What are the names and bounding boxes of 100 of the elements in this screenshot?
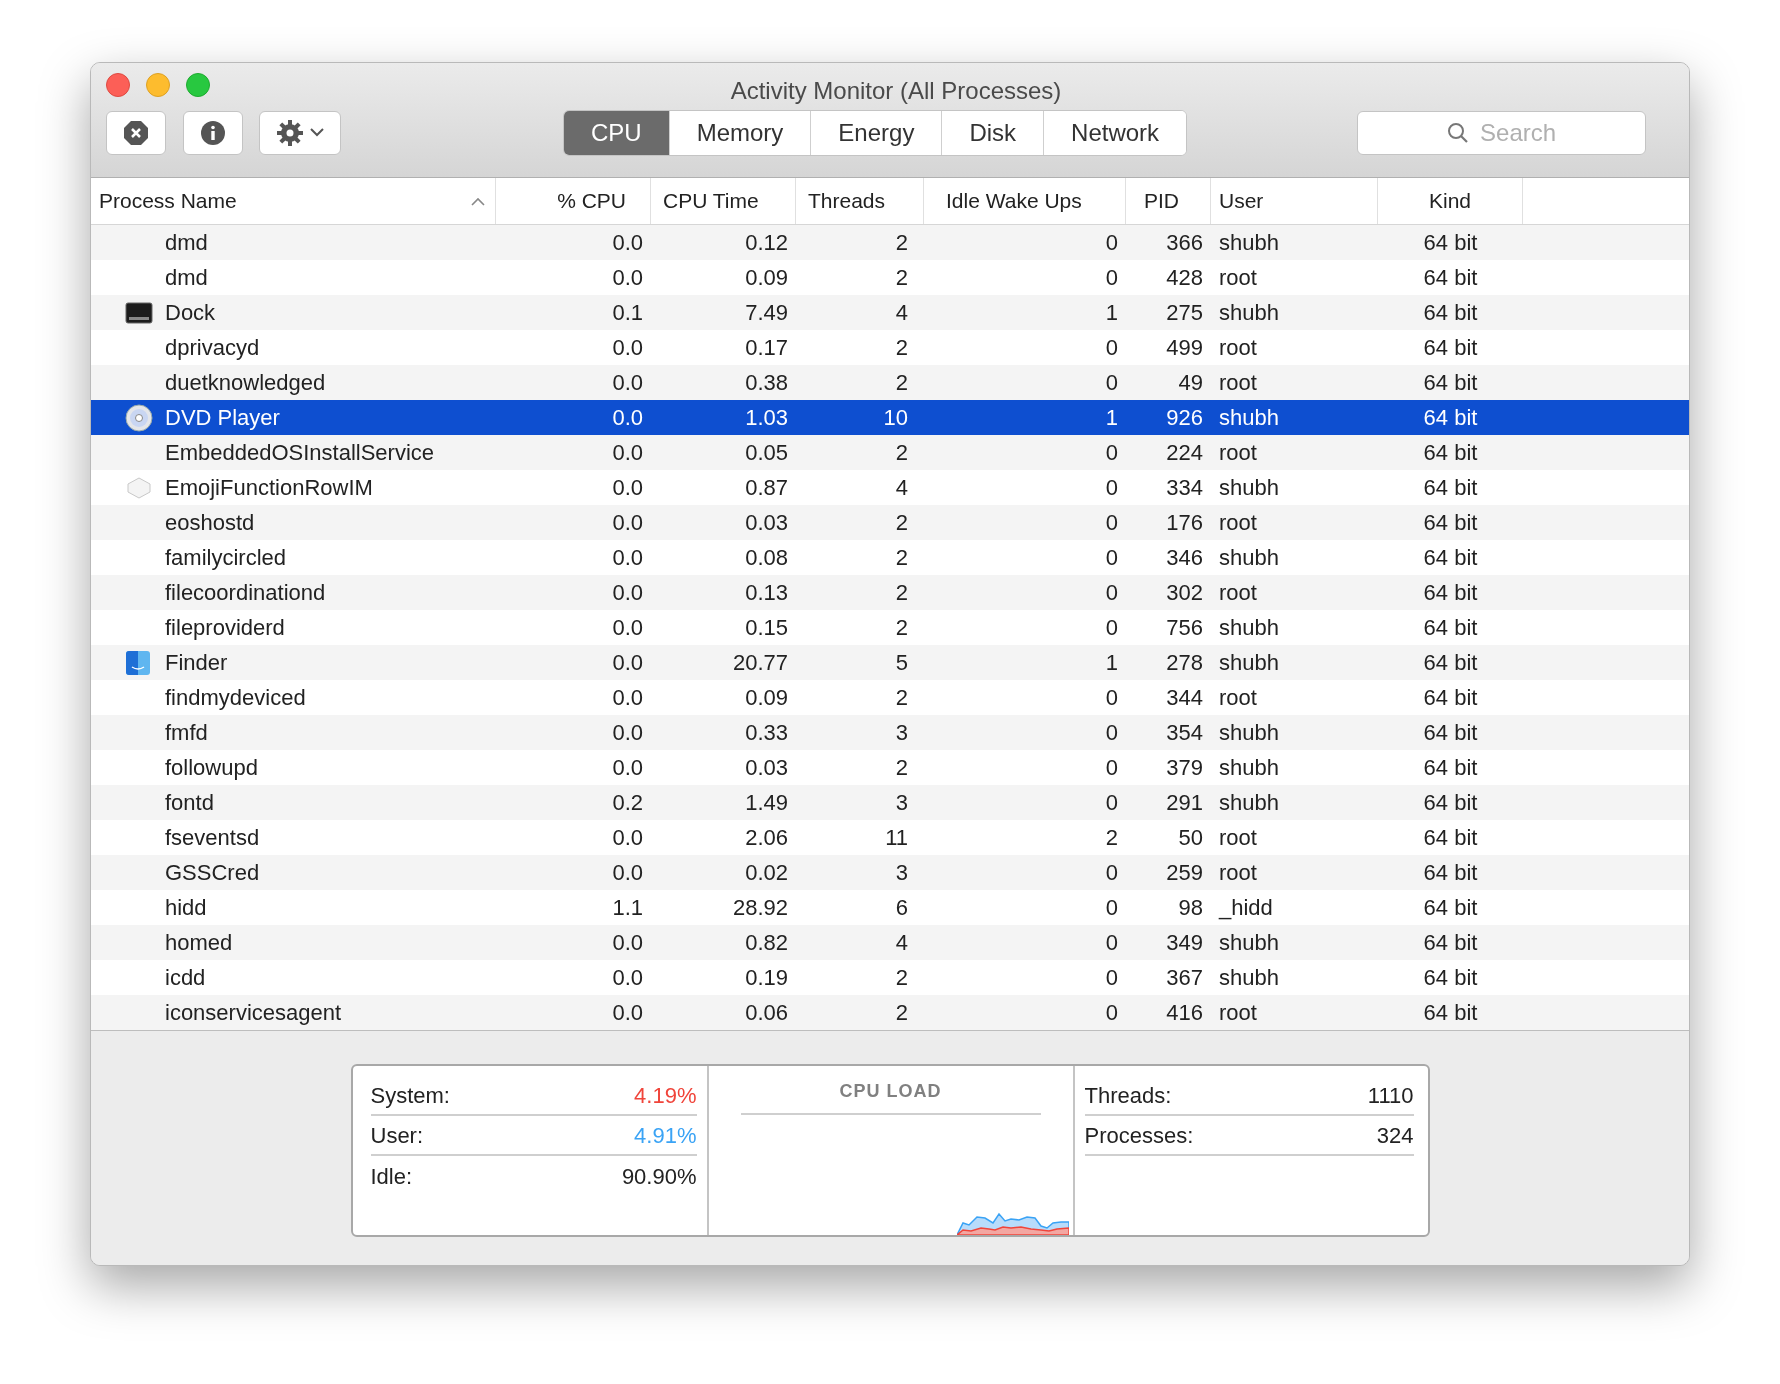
table-cell-text: shubh [1218,719,1280,747]
process-row[interactable]: iconservicesagent 0.0 0.06 2 0 416 root 64 bit [91,995,1689,1030]
table-cell-text: 11 [884,824,909,852]
table-cell-text: 259 [1165,859,1204,887]
table-cell-text: root [1218,334,1258,362]
table-cell-text: 0 [1104,754,1119,782]
process-row[interactable]: eoshostd 0.0 0.03 2 0 176 root 64 bit [91,505,1689,540]
column-header[interactable]: % CPU [496,178,651,224]
table-cell-text: fileproviderd [165,614,286,642]
table-cell-text: 0.0 [611,614,644,642]
table-cell-text: 64 bit [1422,824,1479,852]
table-cell-text: 64 bit [1422,509,1479,537]
table-cell-text: 98 [1177,894,1204,922]
process-row[interactable]: filecoordinationd 0.0 0.13 2 0 302 root 64 bit [91,575,1689,610]
info-button[interactable] [183,110,243,155]
stop-process-button[interactable] [106,110,166,155]
table-cell-text: 1.03 [744,404,789,432]
view-tab[interactable]: Network [1043,110,1187,155]
search-icon [1447,121,1470,144]
table-cell-text: 334 [1165,474,1204,502]
table-cell-text: EmbeddedOSInstallService [165,439,436,467]
column-header[interactable]: CPU Time [651,178,796,224]
table-cell-text: root [1218,824,1258,852]
table-cell-text: 64 bit [1422,859,1479,887]
process-row[interactable]: fmfd 0.0 0.33 3 0 354 shubh 64 bit [91,715,1689,750]
table-cell-text: 0.0 [611,999,644,1027]
close-button[interactable] [106,73,130,97]
process-row[interactable]: fontd 0.2 1.49 3 0 291 shubh 64 bit [91,785,1689,820]
stat-label: Processes: [1084,1121,1194,1150]
column-header[interactable]: User [1211,178,1378,224]
process-row[interactable]: EmbeddedOSInstallService 0.0 0.05 2 0 224 root 64 bit [91,435,1689,470]
table-cell-text: duetknowledged [165,369,327,397]
process-row[interactable]: GSSCred 0.0 0.02 3 0 259 root 64 bit [91,855,1689,890]
process-row[interactable]: Finder 0.0 20.77 5 1 278 shubh 64 bit [91,645,1689,680]
table-cell-text: 0.0 [611,369,644,397]
column-header[interactable]: Idle Wake Ups [924,178,1126,224]
table-cell-text: followupd [165,754,259,782]
table-cell-text: 64 bit [1422,929,1479,957]
table-cell-text: 0.2 [611,789,644,817]
table-cell-text: 0.0 [611,859,644,887]
table-cell-text: 0.12 [744,229,789,257]
table-cell-text: 0.0 [611,544,644,572]
dock-icon [125,301,153,324]
table-cell-text: 1.1 [611,894,644,922]
table-cell-text: 7.49 [744,299,789,327]
table-cell-text: 0.0 [611,439,644,467]
settings-menu-button[interactable] [259,110,341,155]
table-cell-text: 366 [1165,229,1204,257]
process-row[interactable]: duetknowledged 0.0 0.38 2 0 49 root 64 bit [91,365,1689,400]
table-cell-text: 0.0 [611,404,644,432]
table-cell-text: 50 [1177,824,1204,852]
stat-label: User: [370,1121,424,1150]
table-cell-text: 0.0 [611,684,644,712]
table-cell-text: 0 [1104,439,1119,467]
chart-title: CPU LOAD [740,1078,1041,1115]
info-icon [200,119,226,146]
table-cell-text: eoshostd [165,509,256,537]
table-cell-text: 64 bit [1422,544,1479,572]
table-cell-text: 0.0 [611,334,644,362]
table-cell-text: 0 [1104,544,1119,572]
table-cell-text: root [1218,509,1258,537]
table-cell-text: iconservicesagent [165,999,343,1027]
view-tab[interactable]: CPU [564,110,669,155]
column-header[interactable]: PID [1126,178,1211,224]
table-cell-text: icdd [165,964,207,992]
table-cell-text: 278 [1165,649,1204,677]
process-row[interactable]: dmd 0.0 0.12 2 0 366 shubh 64 bit [91,225,1689,260]
table-cell-text: 64 bit [1422,894,1479,922]
table-cell-text: 0 [1104,334,1119,362]
table-cell-text: 49 [1177,369,1204,397]
table-cell-text: 64 bit [1422,474,1479,502]
table-cell-text: 64 bit [1422,439,1479,467]
table-cell-text: shubh [1218,474,1280,502]
stat-value: 90.90% [621,1162,697,1191]
table-cell-text: 346 [1165,544,1204,572]
chevron-down-icon [310,128,324,137]
process-row[interactable]: Dock 0.1 7.49 4 1 275 shubh 64 bit [91,295,1689,330]
disc-icon [125,403,153,432]
table-cell-text: dprivacyd [165,334,261,362]
table-cell-text: 64 bit [1422,684,1479,712]
table-cell-text: 64 bit [1422,754,1479,782]
column-header[interactable]: Threads [796,178,924,224]
table-cell-text: 0.0 [611,719,644,747]
face-logo-icon [125,649,151,676]
table-cell-text: 0.82 [744,929,789,957]
table-cell-text: 0.33 [744,719,789,747]
table-cell-text: 20.77 [731,649,789,677]
table-cell-text: 1 [1104,299,1119,327]
process-row[interactable]: DVD Player 0.0 1.03 10 1 926 shubh 64 bit [91,400,1689,435]
table-cell-text: hidd [165,894,208,922]
table-cell-text: 64 bit [1422,579,1479,607]
table-cell-text: 0.02 [744,859,789,887]
search-field[interactable]: Search [1357,110,1647,155]
column-header[interactable]: Kind [1378,178,1523,224]
stat-label: System: [370,1081,450,1110]
table-cell-text: shubh [1218,544,1280,572]
table-cell-text: 302 [1165,579,1204,607]
column-header[interactable]: Process Name [91,178,496,224]
table-cell-text: 2 [894,614,909,642]
process-row[interactable]: homed 0.0 0.82 4 0 349 shubh 64 bit [91,925,1689,960]
